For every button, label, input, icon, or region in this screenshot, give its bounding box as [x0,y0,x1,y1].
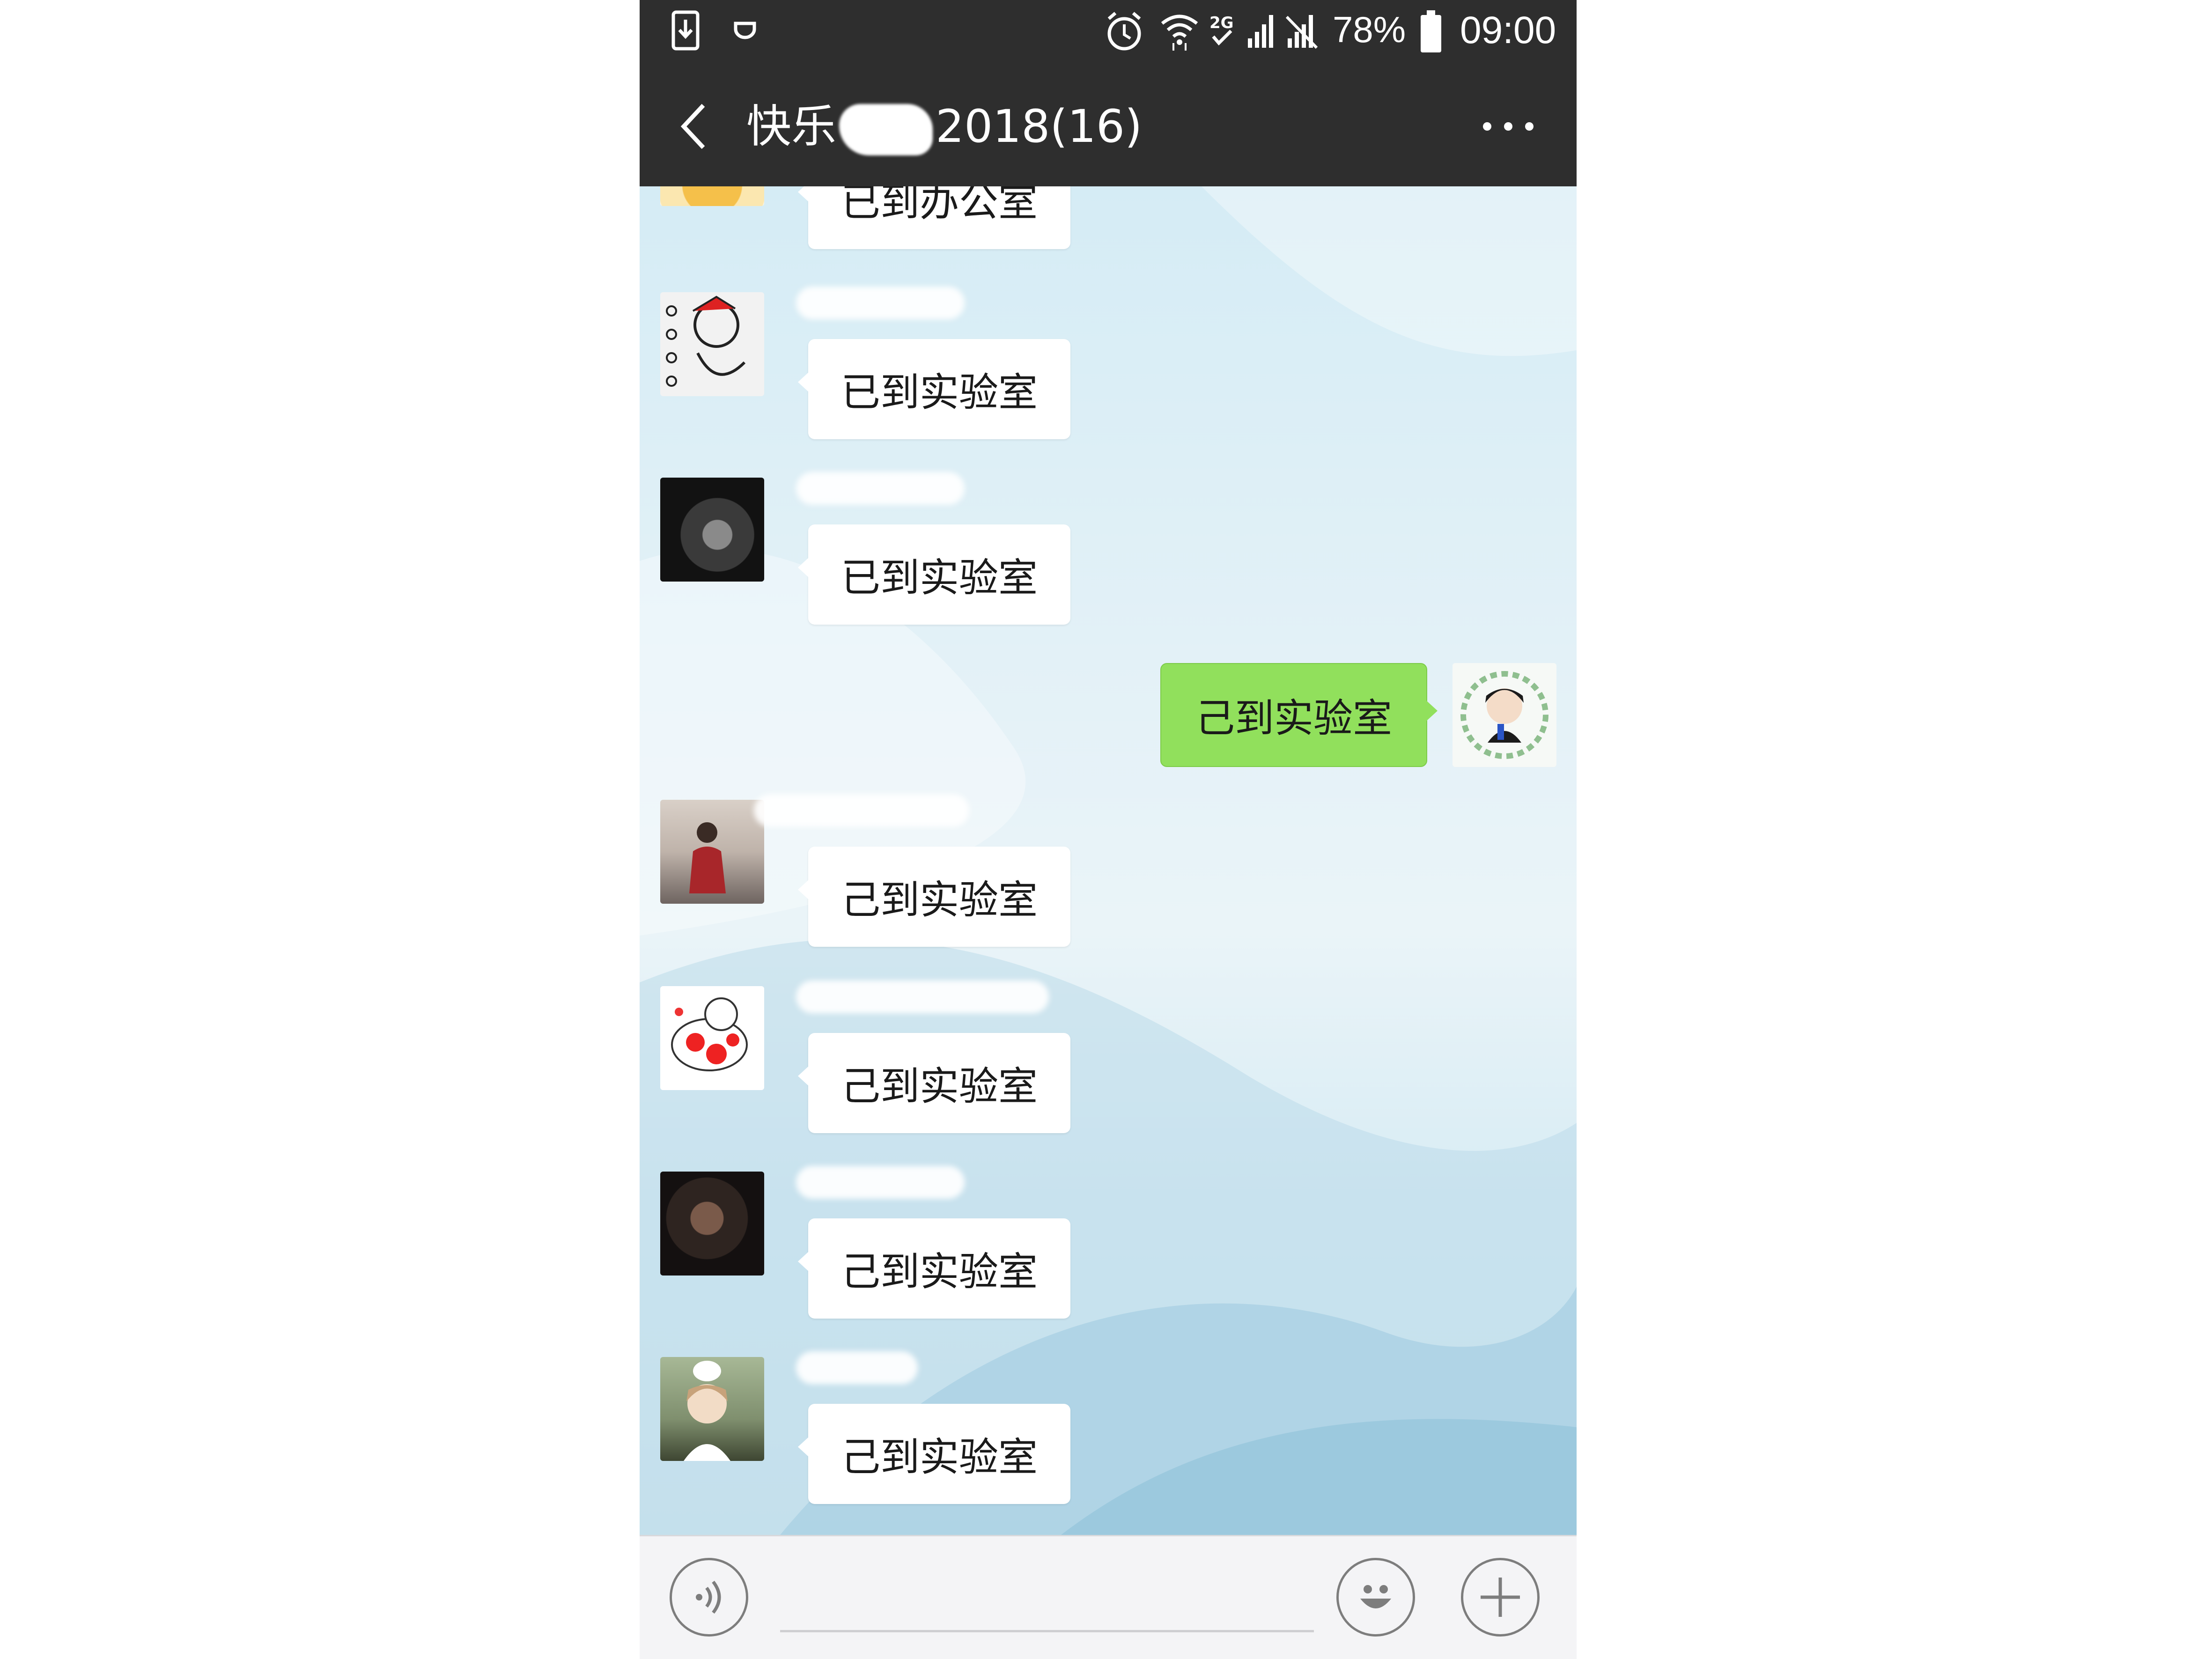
avatar-koi-cartoon[interactable] [660,986,764,1090]
message-item: 己到实验室 [660,1166,1316,1319]
avatar-sketch-character[interactable] [660,292,764,396]
battery-percent: 78% [1333,9,1406,50]
message-text: 已到实验室 [841,369,1038,415]
sender-name-redacted [796,472,965,505]
chat-title: 快乐 2018(16) [746,94,1142,159]
back-arrow-icon[interactable] [677,101,710,152]
signal-icon [1248,15,1273,48]
sender-name-redacted [796,1166,965,1199]
message-list[interactable]: 已到办公室 已到实验室 已到实验室 己到实验室 己到实验室 己到实验室 己到实验… [640,186,1577,1535]
status-bar: 2G 78% 09:00 [640,0,1577,66]
voice-icon [696,1580,721,1614]
message-bubble[interactable]: 己到实验室 [798,847,1070,947]
message-text: 己到实验室 [841,1063,1038,1109]
avatar-woman-red-coat[interactable] [660,800,764,904]
message-text: 己到实验室 [841,877,1038,923]
message-item: 己到实验室 [660,981,1316,1133]
hd-icon: 2G [1209,14,1234,46]
message-item: 己到实验室 [660,794,1316,947]
message-bubble[interactable]: 已到实验室 [798,524,1070,625]
message-text: 己到实验室 [1195,695,1392,741]
emoji-button[interactable] [1336,1558,1415,1637]
message-bubble[interactable]: 己到实验室 [798,1218,1070,1319]
sender-name-redacted [796,287,965,319]
message-bubble-sent[interactable]: 己到实验室 [1160,663,1438,767]
avatar-cartoon-yellow[interactable] [660,186,764,206]
notification-icon [734,22,756,39]
clock: 09:00 [1460,9,1556,52]
emoji-icon [1360,1585,1391,1608]
avatar-self-anime[interactable] [1453,663,1556,767]
chat-title-suffix: 2018(16) [936,100,1143,153]
avatar-anime-cat[interactable] [660,1357,764,1461]
message-bubble[interactable]: 己到实验室 [798,1033,1070,1133]
bubble-tail [1426,700,1438,721]
message-text: 己到实验室 [841,1248,1038,1295]
avatar-dark-portrait[interactable] [660,478,764,582]
message-bubble[interactable]: 已到办公室 [798,186,1070,249]
message-item: 已到办公室 [660,186,1316,249]
title-redaction [839,103,933,155]
sender-name-redacted [796,981,1049,1013]
input-bar [640,1535,1577,1659]
sender-name-redacted [754,794,969,827]
plus-button[interactable] [1461,1558,1540,1637]
message-bubble[interactable]: 己到实验室 [798,1404,1070,1504]
download-icon [671,10,700,51]
avatar-woman-dark[interactable] [660,1172,764,1276]
voice-button[interactable] [670,1558,748,1637]
message-text: 已到实验室 [841,554,1038,601]
message-item: 己到实验室 [660,1351,1316,1504]
chat-title-prefix: 快乐 [746,100,836,153]
message-item-sent: 己到实验室 [640,663,1577,775]
phone-screen: 2G 78% 09:00 快乐 2018(16) 已到办公室 已到实验室 已到实… [640,0,1577,1659]
wifi-icon [1161,15,1198,51]
battery-icon [1421,10,1441,52]
message-item: 已到实验室 [660,287,1316,439]
signal-no-service-icon [1286,15,1318,49]
message-text: 己到实验室 [841,1434,1038,1480]
plus-icon [1481,1578,1520,1617]
svg-text:2G: 2G [1209,14,1234,32]
message-text: 已到办公室 [841,186,1038,225]
message-bubble[interactable]: 已到实验室 [798,339,1070,439]
sender-name-redacted [796,1351,918,1384]
message-item: 已到实验室 [660,472,1316,625]
alarm-icon [1107,12,1141,51]
more-icon[interactable] [1478,117,1539,136]
message-input[interactable] [780,1630,1314,1632]
chat-header: 快乐 2018(16) [640,66,1577,186]
